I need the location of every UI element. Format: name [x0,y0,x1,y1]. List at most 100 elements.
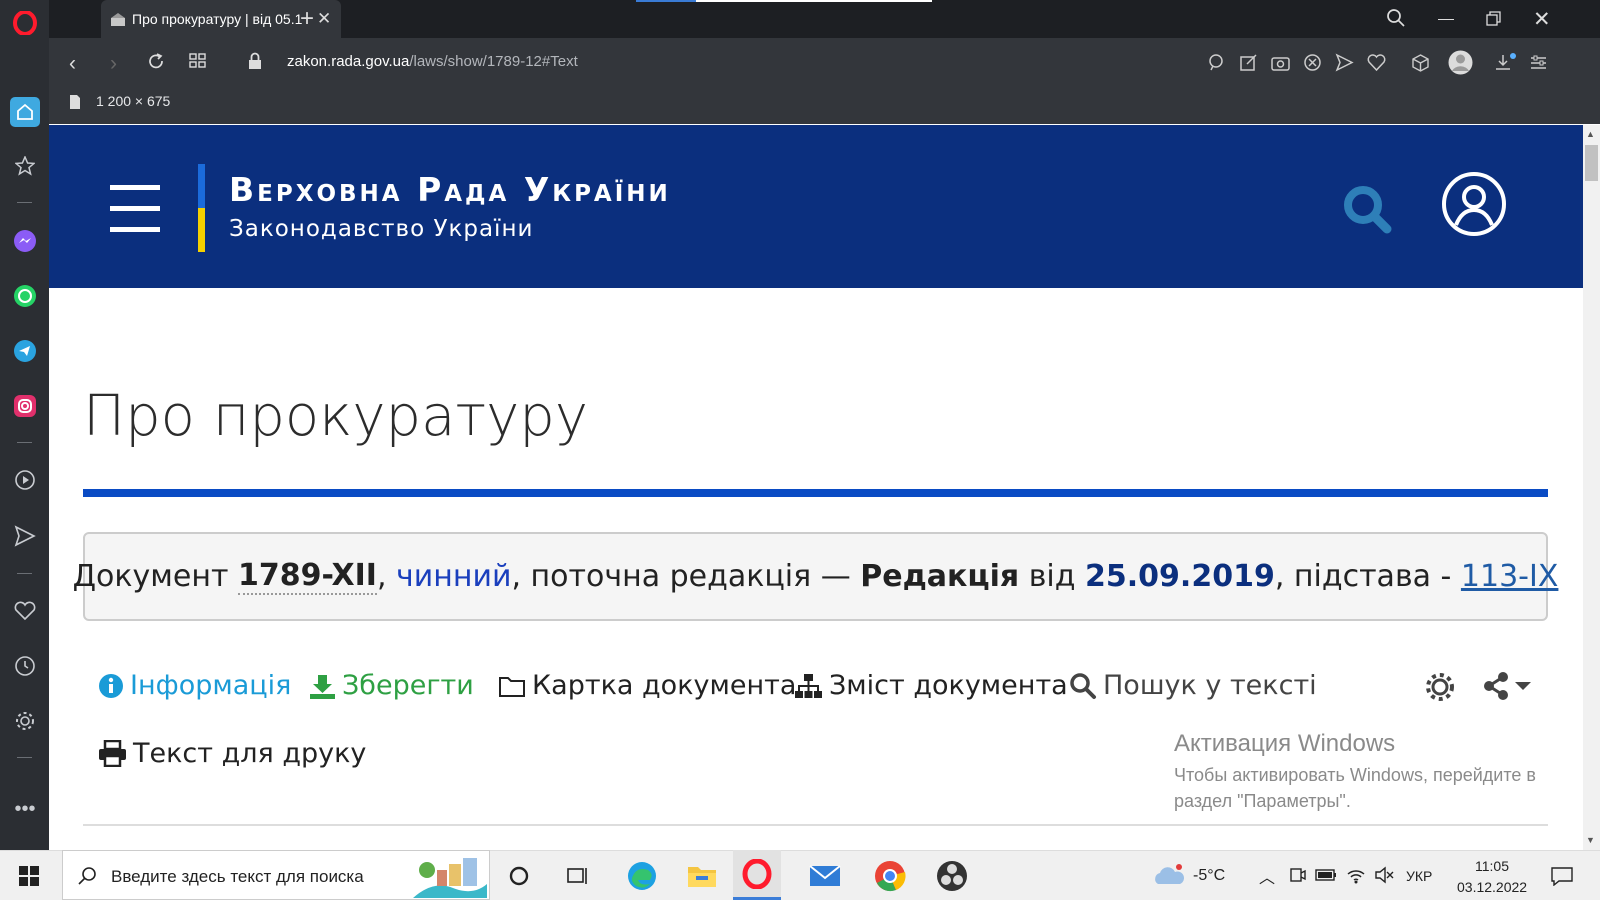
display-settings-gear-icon[interactable] [1424,671,1456,703]
history-clock-icon[interactable] [12,653,38,679]
tab-close-icon[interactable]: ✕ [317,9,331,29]
telegram-icon[interactable] [12,338,38,364]
url-host: zakon.rada.gov.ua [287,53,410,70]
url-field[interactable]: zakon.rada.gov.ua/laws/show/1789-12#Text [287,53,578,70]
reload-icon[interactable] [147,52,165,70]
windows-start-icon[interactable] [19,866,39,886]
mail-icon[interactable] [809,862,841,888]
doc-separator: , [376,559,397,594]
player-icon[interactable] [12,467,38,493]
windows-activation-watermark: Активация Windows Чтобы активировать Win… [1174,730,1536,814]
task-view-icon[interactable] [567,866,589,886]
wifi-icon[interactable] [1346,866,1366,884]
taskbar-search-icon [77,866,97,886]
downloads-icon[interactable] [1494,53,1516,75]
scroll-down-icon: ▼ [1586,835,1595,845]
page-scrollbar[interactable]: ▲ ▼ [1583,125,1600,850]
doc-edition-date: 25.09.2019 [1085,559,1275,594]
obs-studio-icon[interactable] [936,860,968,892]
flag-stripe-blue [198,164,205,208]
sitemap-icon [794,673,823,699]
site-title[interactable]: Верховна Рада України [229,170,671,209]
clock-date[interactable]: 03.12.2022 [1457,879,1527,895]
document-card-label: Картка документа [532,670,797,701]
print-text-button[interactable]: Текст для друку [98,738,366,769]
taskbar-search-placeholder: Введите здесь текст для поиска [111,867,364,886]
save-label: Зберегти [342,670,474,701]
clock-time[interactable]: 11:05 [1475,858,1509,874]
url-path: /laws/show/1789-12#Text [409,53,578,70]
doc-edition-label: Редакція [860,559,1020,594]
info-button[interactable]: Інформація [98,670,291,701]
doc-number[interactable]: 1789-XII [237,558,377,595]
file-icon [69,94,81,110]
printer-icon [98,740,127,767]
save-button[interactable]: Зберегти [309,670,474,701]
bookmarks-star-icon[interactable] [12,153,38,179]
edge-browser-icon[interactable] [626,860,658,892]
file-explorer-icon[interactable] [687,862,717,888]
zoom-icon[interactable] [1207,53,1226,75]
whatsapp-icon[interactable] [12,283,38,309]
input-language[interactable]: УКР [1406,868,1432,884]
forward-icon[interactable]: › [110,52,117,76]
search-tabs-icon[interactable] [1386,8,1406,28]
document-card-button[interactable]: Картка документа [498,670,796,701]
notification-center-icon[interactable] [1551,866,1573,886]
info-circle-icon [98,673,124,699]
extensions-cube-icon[interactable] [1411,53,1430,75]
hamburger-menu-icon[interactable] [110,185,160,232]
scroll-thumb [1585,145,1598,181]
taskbar-search-box[interactable]: Введите здесь текст для поиска [62,850,490,900]
info-label: Інформація [130,670,292,701]
volume-muted-icon[interactable] [1374,866,1394,884]
search-highlight-illustration-icon [413,854,487,898]
adblock-icon[interactable] [1303,53,1322,75]
battery-icon[interactable] [1315,868,1337,882]
messenger-icon[interactable] [12,228,38,254]
opera-logo-icon[interactable] [12,10,38,36]
lock-icon[interactable] [248,52,262,70]
tray-overflow-chevron-icon[interactable]: ︿ [1259,864,1275,888]
opera-taskbar-button[interactable] [733,850,781,900]
meet-now-icon[interactable] [1289,866,1307,884]
heart-icon[interactable] [12,598,38,624]
loading-indicator [636,0,696,2]
tab-bar: Про прокуратуру | від 05.1 ✕ + ✕ [49,0,1600,38]
edit-icon[interactable] [1239,53,1258,75]
chrome-icon[interactable] [874,860,906,892]
share-dropdown-icon[interactable] [1483,672,1535,700]
profile-avatar-icon[interactable] [1448,50,1473,75]
cortana-icon[interactable] [509,866,529,886]
instagram-icon[interactable] [12,393,38,419]
search-in-text-button[interactable]: Пошук у тексті [1069,670,1317,701]
doc-state[interactable]: чинний [396,559,511,594]
contents-button[interactable]: Зміст документа [794,670,1068,701]
doc-basis-link[interactable]: 113-IX [1461,559,1559,594]
back-icon[interactable]: ‹ [69,52,76,76]
download-icon [309,673,336,699]
restore-icon[interactable] [1486,11,1502,27]
weather-temperature[interactable]: -5°C [1193,867,1225,885]
new-tab-icon[interactable]: + [300,5,314,33]
tiles-icon[interactable] [189,53,207,69]
more-dots-icon[interactable]: ••• [12,796,38,822]
easy-setup-icon[interactable] [1529,53,1548,75]
user-account-icon[interactable] [1440,170,1508,238]
sidebar-separator [17,573,32,574]
search-in-text-label: Пошук у тексті [1103,670,1317,701]
camera-icon[interactable] [1271,53,1290,75]
settings-gear-icon[interactable] [12,708,38,734]
contents-label: Зміст документа [829,670,1068,701]
close-window-icon[interactable]: ✕ [1533,7,1551,32]
weather-cloud-icon[interactable] [1152,862,1188,888]
scroll-up-icon: ▲ [1586,129,1595,139]
home-icon[interactable] [10,97,40,127]
minimize-icon[interactable] [1438,19,1454,20]
bookmark-heart-icon[interactable] [1367,53,1386,75]
watermark-line1: Чтобы активировать Windows, перейдите в [1174,765,1536,785]
send-page-icon[interactable] [1335,53,1354,75]
send-icon[interactable] [12,523,38,549]
content-divider [83,824,1548,826]
header-search-icon[interactable] [1343,185,1393,235]
